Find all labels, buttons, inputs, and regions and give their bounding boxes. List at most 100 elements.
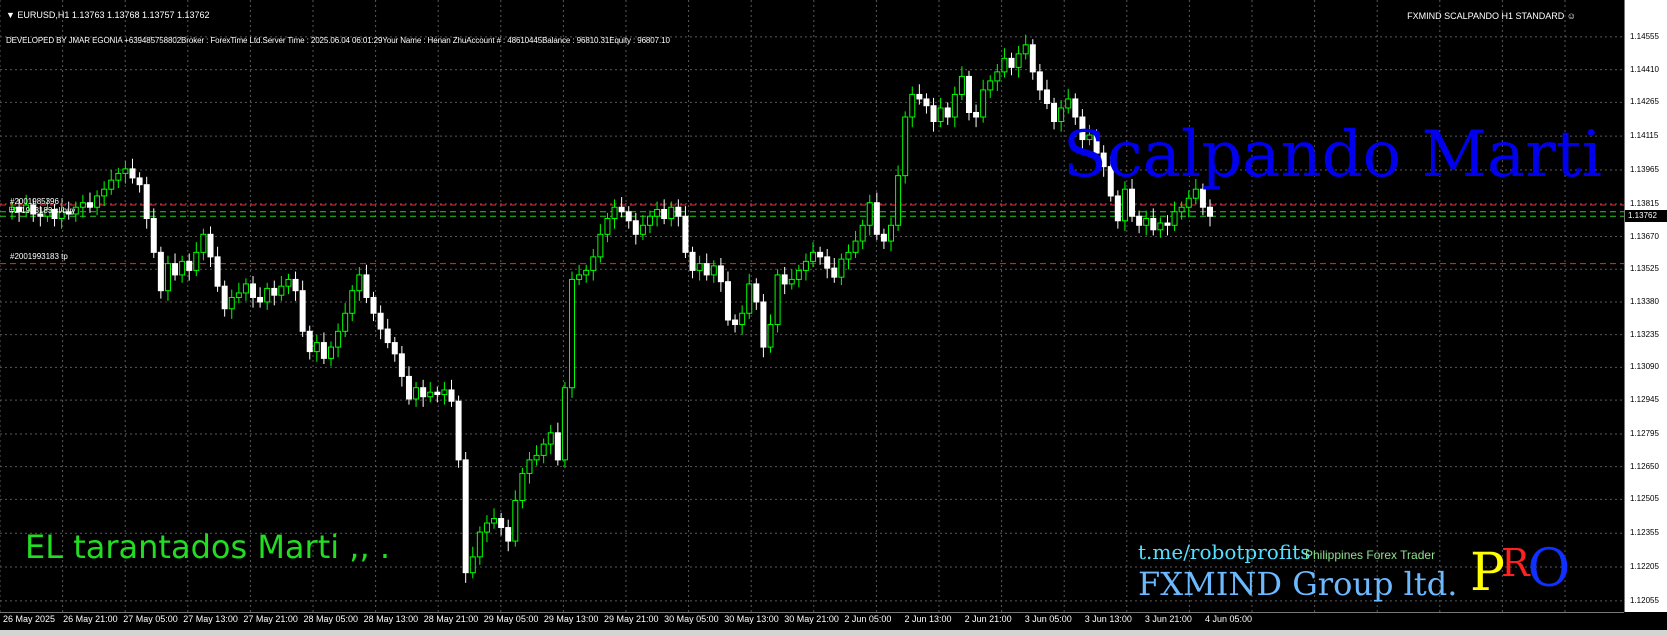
candle-body <box>923 98 930 107</box>
time-tick-label: 29 May 05:00 <box>483 614 539 624</box>
candle-body <box>512 499 519 542</box>
price-tick-label: 1.12505 <box>1630 494 1659 504</box>
candle-body <box>540 443 547 456</box>
price-axis[interactable] <box>1624 0 1667 612</box>
price-tick-label: 1.13380 <box>1630 296 1659 306</box>
candle-body <box>625 211 632 222</box>
pro-logo: PRO <box>1470 535 1576 603</box>
candle-body <box>781 274 788 285</box>
candle-body <box>448 389 455 402</box>
candle-body <box>576 274 583 280</box>
candle-body <box>1043 89 1050 104</box>
candle-body <box>420 387 427 398</box>
candle-body <box>1136 215 1143 226</box>
candle-body <box>129 168 136 179</box>
candle-body <box>1051 102 1058 123</box>
candle-body <box>980 89 987 118</box>
candle-body <box>405 375 412 400</box>
chart-area[interactable]: ▼ EURUSD,H1 1.13763 1.13768 1.13757 1.13… <box>0 0 1624 612</box>
candle-body <box>561 387 568 461</box>
price-tick-label: 1.12205 <box>1630 562 1659 572</box>
candle-body <box>661 208 668 220</box>
price-tick-label: 1.12355 <box>1630 528 1659 538</box>
time-tick-label: 29 May 21:00 <box>604 614 659 624</box>
candle-body <box>689 251 696 271</box>
candle-body <box>852 240 859 253</box>
price-tick-label: 1.12795 <box>1630 428 1659 438</box>
candle-body <box>356 274 363 292</box>
candle-body <box>136 177 143 186</box>
candle-body <box>1129 188 1136 217</box>
candle-body <box>101 188 108 197</box>
candle-body <box>391 342 398 355</box>
candle-body <box>902 116 909 177</box>
time-tick-label: 26 May 2025 <box>3 614 56 624</box>
time-tick-label: 27 May 05:00 <box>123 614 178 624</box>
candle-body <box>802 260 809 271</box>
candle-body <box>1001 57 1008 73</box>
candle-body <box>79 202 86 208</box>
candle-body <box>618 206 625 213</box>
candle-body <box>264 287 271 303</box>
candle-body <box>285 278 292 287</box>
time-tick-label: 2 Jun 05:00 <box>844 614 892 624</box>
time-tick-label: 4 Jun 05:00 <box>1205 614 1253 624</box>
price-tick-label: 1.12945 <box>1630 395 1659 405</box>
chart-tab-bar[interactable] <box>0 630 1667 635</box>
candle-body <box>228 296 235 310</box>
candle-body <box>583 269 590 276</box>
time-tick-label: 29 May 13:00 <box>543 614 599 624</box>
candle-body <box>675 206 682 217</box>
candle-body <box>306 330 313 353</box>
candle-body <box>873 202 880 235</box>
candle-body <box>193 251 200 271</box>
candle-body <box>1185 197 1192 208</box>
price-tick-label: 1.14410 <box>1630 64 1659 74</box>
candle-body <box>987 80 994 91</box>
price-tick-label: 1.14115 <box>1630 131 1659 141</box>
candle-body <box>108 179 115 190</box>
candle-body <box>1008 57 1015 68</box>
price-tick-label: 1.13090 <box>1630 362 1659 372</box>
candle-body <box>1143 218 1150 226</box>
time-tick-label: 3 Jun 05:00 <box>1024 614 1072 624</box>
time-tick-label: 26 May 21:00 <box>63 614 118 624</box>
philippines-caption: Philippines Forex Trader <box>1305 548 1436 562</box>
candle-body <box>427 391 434 398</box>
account-info-line: DEVELOPED BY JMAR EGONIA +639485758802Br… <box>6 36 670 45</box>
candle-body <box>377 312 384 330</box>
candle-body <box>774 274 781 326</box>
candle-body <box>335 330 342 348</box>
candle-body <box>604 218 611 235</box>
candle-body <box>880 233 887 242</box>
candle-body <box>845 251 852 260</box>
candle-body <box>363 274 370 298</box>
pro-logo-r: R <box>1501 541 1530 585</box>
candle-body <box>710 265 717 276</box>
candle-body <box>1164 222 1171 226</box>
candle-body <box>519 472 526 501</box>
candle-body <box>668 206 675 220</box>
candle-body <box>164 263 171 292</box>
candle-body <box>1121 188 1128 222</box>
price-chart[interactable] <box>0 0 1624 612</box>
candle-body <box>434 391 441 395</box>
candle-body <box>824 256 831 269</box>
candle-body <box>646 215 653 226</box>
candle-body <box>491 518 498 524</box>
pro-logo-o: O <box>1527 539 1571 599</box>
candle-body <box>186 260 193 271</box>
candle-body <box>569 278 576 389</box>
expert-advisor-name: FXMIND SCALPANDO H1 STANDARD ☺ <box>1407 11 1576 21</box>
candle-body <box>724 281 731 321</box>
price-tick-label: 1.13235 <box>1630 329 1659 339</box>
candle-body <box>554 432 561 461</box>
current-price-label: 1.13762 <box>1625 209 1667 222</box>
candle-body <box>214 256 221 287</box>
candle-body <box>342 312 349 332</box>
candle-body <box>349 290 356 314</box>
candle-body <box>895 175 902 226</box>
candle-body <box>242 283 249 294</box>
price-tick-label: 1.12055 <box>1630 595 1659 605</box>
order-label-tp: #2001993183 tp <box>10 252 68 261</box>
